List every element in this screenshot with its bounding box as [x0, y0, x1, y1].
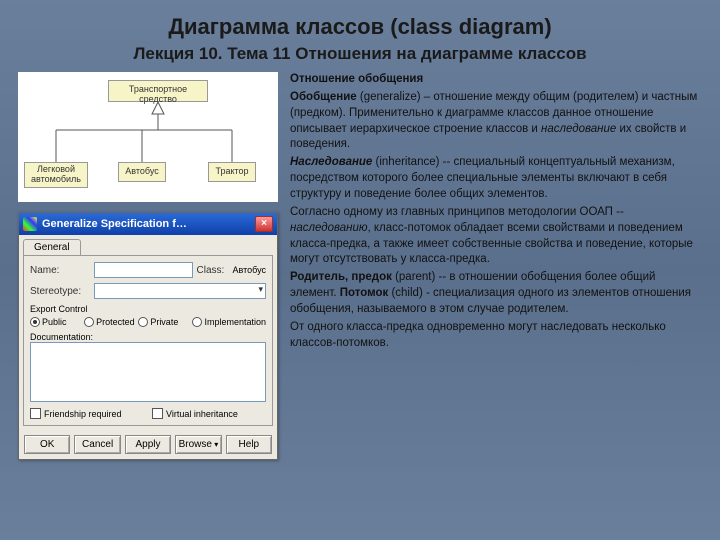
- text-p3a: Согласно одному из главных принципов мет…: [290, 206, 624, 218]
- radio-private[interactable]: Private: [138, 317, 190, 327]
- content-area: Транспортное средство Легковой автомобил…: [0, 72, 720, 460]
- help-button[interactable]: Help: [226, 435, 272, 454]
- term-generalize: Обобщение: [290, 91, 357, 103]
- uml-diagram: Транспортное средство Легковой автомобил…: [18, 72, 278, 202]
- text-column: Отношение обобщения Обобщение (generaliz…: [290, 72, 702, 460]
- checkbox-friendship[interactable]: Friendship required: [30, 408, 144, 419]
- dialog-button-row: OK Cancel Apply Browse Help: [19, 430, 277, 459]
- term-inheritance-it: наследование: [541, 123, 616, 135]
- app-icon: [23, 217, 37, 231]
- radio-implementation[interactable]: Implementation: [192, 317, 266, 327]
- dialog-titlebar[interactable]: Generalize Specification f… ×: [19, 213, 277, 235]
- tab-general[interactable]: General: [23, 239, 81, 255]
- tab-strip: General: [19, 235, 277, 255]
- ok-button[interactable]: OK: [24, 435, 70, 454]
- radio-protected[interactable]: Protected: [84, 317, 136, 327]
- class-value: Автобус: [233, 265, 266, 275]
- name-label: Name:: [30, 265, 90, 276]
- slide-subtitle: Лекция 10. Тема 11 Отношения на диаграмм…: [0, 40, 720, 72]
- term-inheritance-2: наследованию: [290, 222, 368, 234]
- term-parent: Родитель, предок: [290, 271, 392, 283]
- dialog-body: Name: Class: Автобус Stereotype: Export …: [23, 255, 273, 426]
- stereotype-select[interactable]: [94, 283, 266, 299]
- uml-connectors: [18, 72, 278, 202]
- left-column: Транспортное средство Легковой автомобил…: [18, 72, 278, 460]
- name-input[interactable]: [94, 262, 193, 278]
- export-control-label: Export Control: [30, 304, 266, 314]
- generalize-dialog: Generalize Specification f… × General Na…: [18, 212, 278, 460]
- stereotype-label: Stereotype:: [30, 286, 90, 297]
- text-p5: От одного класса-предка одновременно мог…: [290, 320, 702, 352]
- browse-button[interactable]: Browse: [175, 435, 221, 454]
- class-label: Class:: [197, 265, 229, 276]
- term-inheritance: Наследование: [290, 156, 372, 168]
- apply-button[interactable]: Apply: [125, 435, 171, 454]
- dialog-title: Generalize Specification f…: [42, 218, 187, 230]
- close-icon[interactable]: ×: [255, 216, 273, 232]
- radio-public[interactable]: Public: [30, 317, 82, 327]
- documentation-textarea[interactable]: [30, 342, 266, 402]
- term-child: Потомок: [340, 287, 389, 299]
- checkbox-virtual[interactable]: Virtual inheritance: [152, 408, 266, 419]
- slide-title: Диаграмма классов (class diagram): [0, 0, 720, 40]
- heading-generalization: Отношение обобщения: [290, 73, 423, 85]
- export-control-group: Public Protected Private Implementation: [30, 317, 266, 327]
- documentation-label: Documentation:: [30, 332, 266, 342]
- cancel-button[interactable]: Cancel: [74, 435, 120, 454]
